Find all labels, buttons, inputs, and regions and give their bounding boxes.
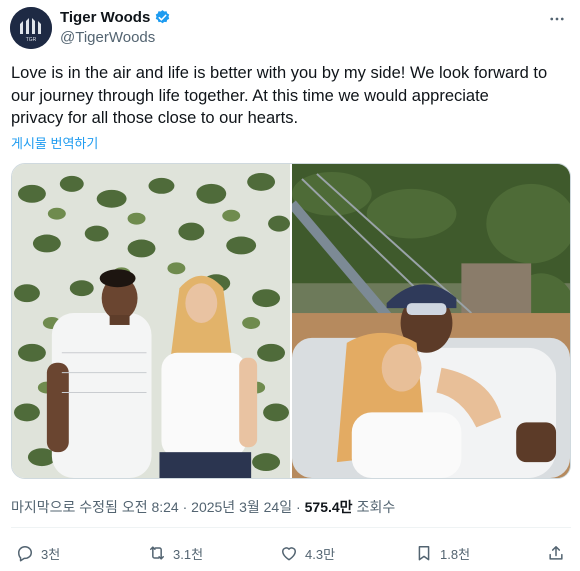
views-count: 575.4만 [304, 499, 353, 515]
tweet-meta: 마지막으로 수정됨 오전 8:24 · 2025년 3월 24일 · 575.4… [11, 497, 395, 517]
bookmark-count: 1.8천 [440, 546, 471, 562]
edited-timestamp[interactable]: 마지막으로 수정됨 오전 8:24 · 2025년 3월 24일 · [11, 497, 301, 517]
reply-count: 3천 [41, 546, 61, 562]
handle[interactable]: @TigerWoods [60, 29, 155, 46]
reply-button[interactable]: 3천 [15, 543, 60, 563]
more-icon [550, 17, 564, 21]
more-button[interactable] [546, 9, 568, 29]
like-icon [282, 547, 296, 561]
reply-icon [18, 546, 32, 562]
verified-badge-icon [156, 10, 170, 24]
like-count: 4.3만 [305, 546, 336, 562]
repost-button[interactable]: 3.1천 [147, 543, 203, 563]
photo-couple-standing[interactable] [12, 164, 290, 478]
avatar-logo-text: TGR [26, 37, 37, 43]
tweet-header: TGR Tiger Woods @TigerWoods [10, 7, 572, 51]
display-name[interactable]: Tiger Woods [60, 9, 150, 26]
photo-couple-hammock[interactable] [292, 164, 570, 478]
action-bar: 3천 3.1천 4.3만 1.8천 [11, 543, 571, 569]
media-gallery [11, 163, 571, 479]
repost-count: 3.1천 [173, 546, 204, 562]
bookmark-icon [418, 546, 430, 561]
bookmark-button[interactable]: 1.8천 [414, 543, 470, 563]
repost-icon [150, 546, 164, 560]
views-label: 조회수 [356, 499, 396, 515]
share-icon [549, 546, 563, 560]
name-row: Tiger Woods [60, 9, 171, 26]
translate-post-link[interactable]: 게시물 번역하기 [11, 133, 98, 152]
share-button[interactable] [546, 543, 566, 563]
avatar[interactable]: TGR [10, 7, 52, 49]
tweet-text: Love is in the air and life is better wi… [11, 64, 548, 127]
like-button[interactable]: 4.3만 [279, 543, 335, 563]
divider [11, 527, 571, 528]
